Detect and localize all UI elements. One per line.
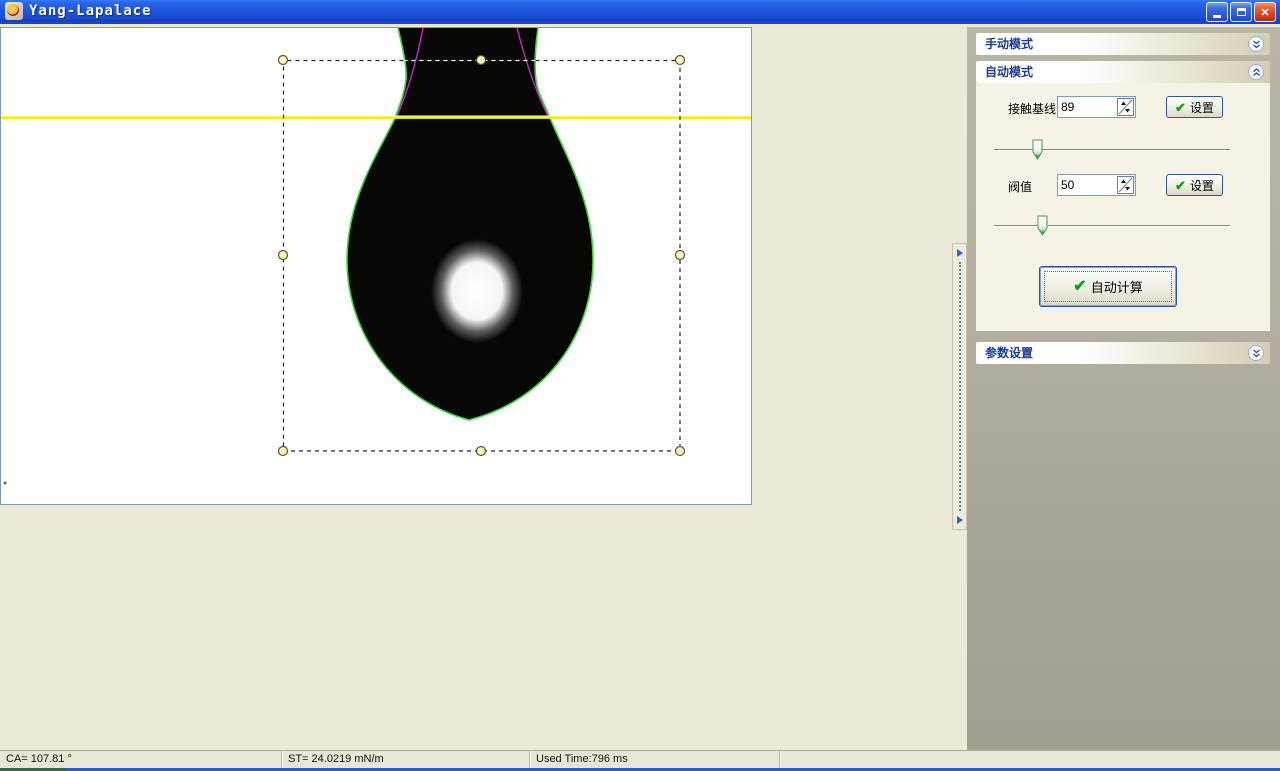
control-panel: 手动模式 自动模式 接触基线 bbox=[967, 27, 1280, 750]
minimize-button[interactable] bbox=[1206, 2, 1228, 22]
threshold-slider-track[interactable] bbox=[994, 225, 1230, 227]
restore-icon bbox=[1237, 8, 1246, 16]
collapse-auto-button[interactable] bbox=[1248, 64, 1264, 80]
baseline-slider-track[interactable] bbox=[994, 149, 1230, 151]
baseline-set-button[interactable]: ✔ 设置 bbox=[1166, 96, 1223, 118]
status-bar: CA= 107.81 ° ST= 24.0219 mN/m Used Time:… bbox=[0, 750, 1280, 768]
contact-baseline-line[interactable] bbox=[1, 117, 751, 119]
baseline-slider-thumb[interactable] bbox=[1032, 139, 1043, 160]
threshold-slider-thumb[interactable] bbox=[1037, 215, 1048, 236]
baseline-set-label: 设置 bbox=[1190, 99, 1214, 116]
drop-image-viewport[interactable] bbox=[0, 27, 752, 505]
splitter-dots bbox=[959, 262, 961, 511]
splitter-arrow-icon bbox=[957, 516, 963, 524]
chevron-double-down-icon bbox=[1252, 349, 1261, 358]
threshold-spin-input bbox=[1057, 174, 1136, 196]
threshold-input[interactable] bbox=[1058, 175, 1117, 195]
close-button[interactable]: ✕ bbox=[1254, 2, 1276, 22]
auto-calc-label: 自动计算 bbox=[1091, 277, 1143, 296]
auto-mode-header[interactable]: 自动模式 bbox=[976, 61, 1270, 83]
expand-manual-button[interactable] bbox=[1248, 36, 1264, 52]
spinner-icon[interactable] bbox=[1117, 176, 1134, 194]
selection-handle[interactable] bbox=[676, 251, 685, 260]
param-settings-label: 参数设置 bbox=[985, 346, 1033, 360]
chevron-double-up-icon bbox=[1252, 68, 1261, 77]
check-icon: ✔ bbox=[1175, 101, 1186, 114]
auto-mode-body: 接触基线 ✔ 设置 bbox=[976, 83, 1270, 331]
auto-calc-button[interactable]: ✔ 自动计算 bbox=[1039, 266, 1177, 307]
app-window: Yang-Lapalace ✕ bbox=[0, 0, 1280, 771]
workspace bbox=[0, 27, 952, 750]
selection-handle[interactable] bbox=[279, 447, 288, 456]
baseline-slider[interactable] bbox=[994, 138, 1230, 162]
manual-mode-label: 手动模式 bbox=[985, 37, 1033, 51]
baseline-input[interactable] bbox=[1058, 97, 1117, 117]
baseline-halo bbox=[1, 116, 751, 117]
selection-handle[interactable] bbox=[279, 56, 288, 65]
check-icon: ✔ bbox=[1175, 179, 1186, 192]
auto-mode-label: 自动模式 bbox=[985, 65, 1033, 79]
manual-mode-header[interactable]: 手动模式 bbox=[976, 33, 1270, 55]
threshold-slider[interactable] bbox=[994, 214, 1230, 238]
threshold-set-button[interactable]: ✔ 设置 bbox=[1166, 174, 1223, 196]
selection-handle[interactable] bbox=[676, 447, 685, 456]
drop-image-canvas bbox=[1, 28, 751, 504]
selection-handle[interactable] bbox=[279, 251, 288, 260]
param-settings-header[interactable]: 参数设置 bbox=[976, 342, 1270, 364]
chevron-double-down-icon bbox=[1252, 40, 1261, 49]
check-icon: ✔ bbox=[1073, 279, 1086, 295]
splitter-arrow-icon bbox=[957, 249, 963, 257]
selection-handle[interactable] bbox=[676, 56, 685, 65]
drop-silhouette bbox=[347, 28, 593, 420]
app-icon bbox=[5, 2, 23, 20]
restore-button[interactable] bbox=[1230, 2, 1252, 22]
status-used-time: Used Time:796 ms bbox=[530, 751, 780, 768]
spinner-icon[interactable] bbox=[1117, 98, 1134, 116]
window-title: Yang-Lapalace bbox=[29, 3, 152, 19]
status-contact-angle: CA= 107.81 ° bbox=[0, 751, 282, 768]
close-icon: ✕ bbox=[1260, 6, 1269, 19]
threshold-set-label: 设置 bbox=[1190, 177, 1214, 194]
baseline-spin-input bbox=[1057, 96, 1136, 118]
panel-splitter[interactable] bbox=[952, 243, 967, 530]
threshold-label: 阀值 bbox=[1008, 178, 1032, 195]
selection-handle[interactable] bbox=[477, 447, 486, 456]
selection-handle[interactable] bbox=[477, 56, 486, 65]
expand-params-button[interactable] bbox=[1248, 345, 1264, 361]
status-empty bbox=[780, 751, 1280, 768]
drop-highlight bbox=[431, 239, 523, 343]
minimize-icon bbox=[1213, 15, 1221, 18]
title-bar: Yang-Lapalace ✕ bbox=[0, 0, 1280, 24]
stray-dot bbox=[4, 482, 7, 485]
baseline-label: 接触基线 bbox=[1008, 100, 1056, 117]
status-surface-tension: ST= 24.0219 mN/m bbox=[282, 751, 530, 768]
